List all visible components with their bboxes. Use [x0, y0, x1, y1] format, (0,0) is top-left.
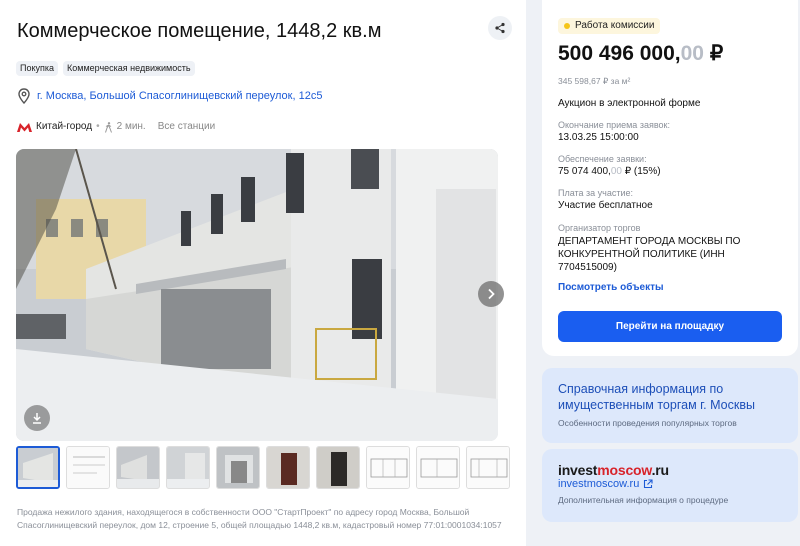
all-stations-link[interactable]: Все станции: [158, 120, 215, 134]
deposit-kop: 00: [610, 166, 622, 177]
deadline-label: Окончание приема заявок:: [558, 120, 670, 130]
organizer-value: ДЕПАРТАМЕНТ ГОРОДА МОСКВЫ ПО КОНКУРЕНТНО…: [558, 236, 741, 273]
logo-part-tld: .ru: [651, 462, 670, 478]
thumbnail-8[interactable]: [366, 446, 410, 489]
investmoscow-link-text[interactable]: investmoscow.ru: [558, 478, 639, 490]
deadline-value: 13.03.25 15:00:00: [558, 132, 639, 143]
address-link[interactable]: г. Москва, Большой Спасоглинищевский пер…: [37, 88, 322, 104]
price-kop: 00: [680, 42, 704, 65]
status-badge: Работа комиссии: [558, 18, 661, 34]
address-row[interactable]: г. Москва, Большой Спасоглинищевский пер…: [17, 88, 322, 104]
tag-list: Покупка Коммерческая недвижимость: [16, 61, 195, 76]
external-link-icon: [644, 479, 653, 489]
investmoscow-link[interactable]: investmoscow.ru: [558, 478, 653, 490]
thumbnail-4[interactable]: [166, 446, 210, 489]
price-per-sqm: 345 598,67 ₽ за м²: [558, 76, 631, 86]
reference-info-card[interactable]: Справочная информация по имущественным т…: [542, 368, 798, 443]
reference-title[interactable]: Справочная информация по имущественным т…: [558, 381, 778, 413]
listing-description: Продажа нежилого здания, находящегося в …: [17, 507, 502, 530]
price: 500 496 000,00 ₽: [558, 40, 723, 68]
thumbnail-5[interactable]: [216, 446, 260, 489]
deposit-label: Обеспечение заявки:: [558, 154, 647, 164]
location-pin-icon: [18, 88, 30, 104]
share-icon: [495, 22, 505, 34]
tag-commercial[interactable]: Коммерческая недвижимость: [63, 61, 195, 76]
organizer-label: Организатор торгов: [558, 223, 641, 233]
thumbnail-7[interactable]: [316, 446, 360, 489]
metro-row: Китай-город • 2 мин. Все станции: [17, 120, 215, 134]
go-to-platform-button[interactable]: Перейти на площадку: [558, 311, 782, 342]
thumbnail-3[interactable]: [116, 446, 160, 489]
status-badge-label: Работа комиссии: [575, 20, 655, 31]
logo-part-moscow: moscow: [597, 462, 652, 478]
listing-card: Коммерческое помещение, 1448,2 кв.м Поку…: [0, 0, 526, 546]
price-main: 500 496 000,: [558, 42, 681, 65]
auction-card: Работа комиссии 500 496 000,00 ₽ 345 598…: [542, 0, 798, 356]
thumbnail-6[interactable]: [266, 446, 310, 489]
next-photo-button[interactable]: [478, 281, 504, 307]
walk-time: 2 мин.: [116, 121, 146, 132]
logo-part-invest: invest: [558, 462, 598, 478]
thumbnail-1[interactable]: [16, 446, 60, 489]
price-currency: ₽: [703, 42, 724, 65]
metro-logo-icon: [17, 122, 32, 132]
page-title: Коммерческое помещение, 1448,2 кв.м: [17, 20, 382, 42]
tag-purchase[interactable]: Покупка: [16, 61, 59, 76]
share-button[interactable]: [488, 16, 512, 40]
view-objects-link[interactable]: Посмотреть объекты: [558, 282, 664, 293]
chevron-right-icon: [488, 288, 495, 300]
status-dot-icon: [564, 23, 570, 29]
walking-icon: [104, 121, 112, 133]
fee-label: Плата за участие:: [558, 188, 634, 198]
investmoscow-logo: investmoscow.ru: [558, 462, 669, 478]
thumbnail-10[interactable]: [466, 446, 510, 489]
separator-dot: •: [96, 121, 100, 132]
deposit-main: 75 074 400,: [558, 166, 611, 177]
thumbnail-2[interactable]: [66, 446, 110, 489]
metro-station: Китай-город: [36, 121, 93, 132]
reference-subtitle: Особенности проведения популярных торгов: [558, 418, 737, 428]
thumbnail-strip: [16, 446, 510, 489]
deposit-value: 75 074 400,00 ₽ (15%): [558, 165, 661, 178]
download-photo-button[interactable]: [24, 405, 50, 431]
investmoscow-subtitle: Дополнительная информация о процедуре: [558, 495, 729, 505]
download-icon: [33, 413, 41, 424]
thumbnail-9[interactable]: [416, 446, 460, 489]
fee-value: Участие бесплатное: [558, 200, 653, 211]
deposit-suffix: ₽ (15%): [621, 166, 661, 177]
investmoscow-card[interactable]: investmoscow.ru investmoscow.ru Дополнит…: [542, 449, 798, 522]
auction-format: Аукцион в электронной форме: [558, 98, 701, 109]
main-photo[interactable]: [16, 149, 498, 441]
